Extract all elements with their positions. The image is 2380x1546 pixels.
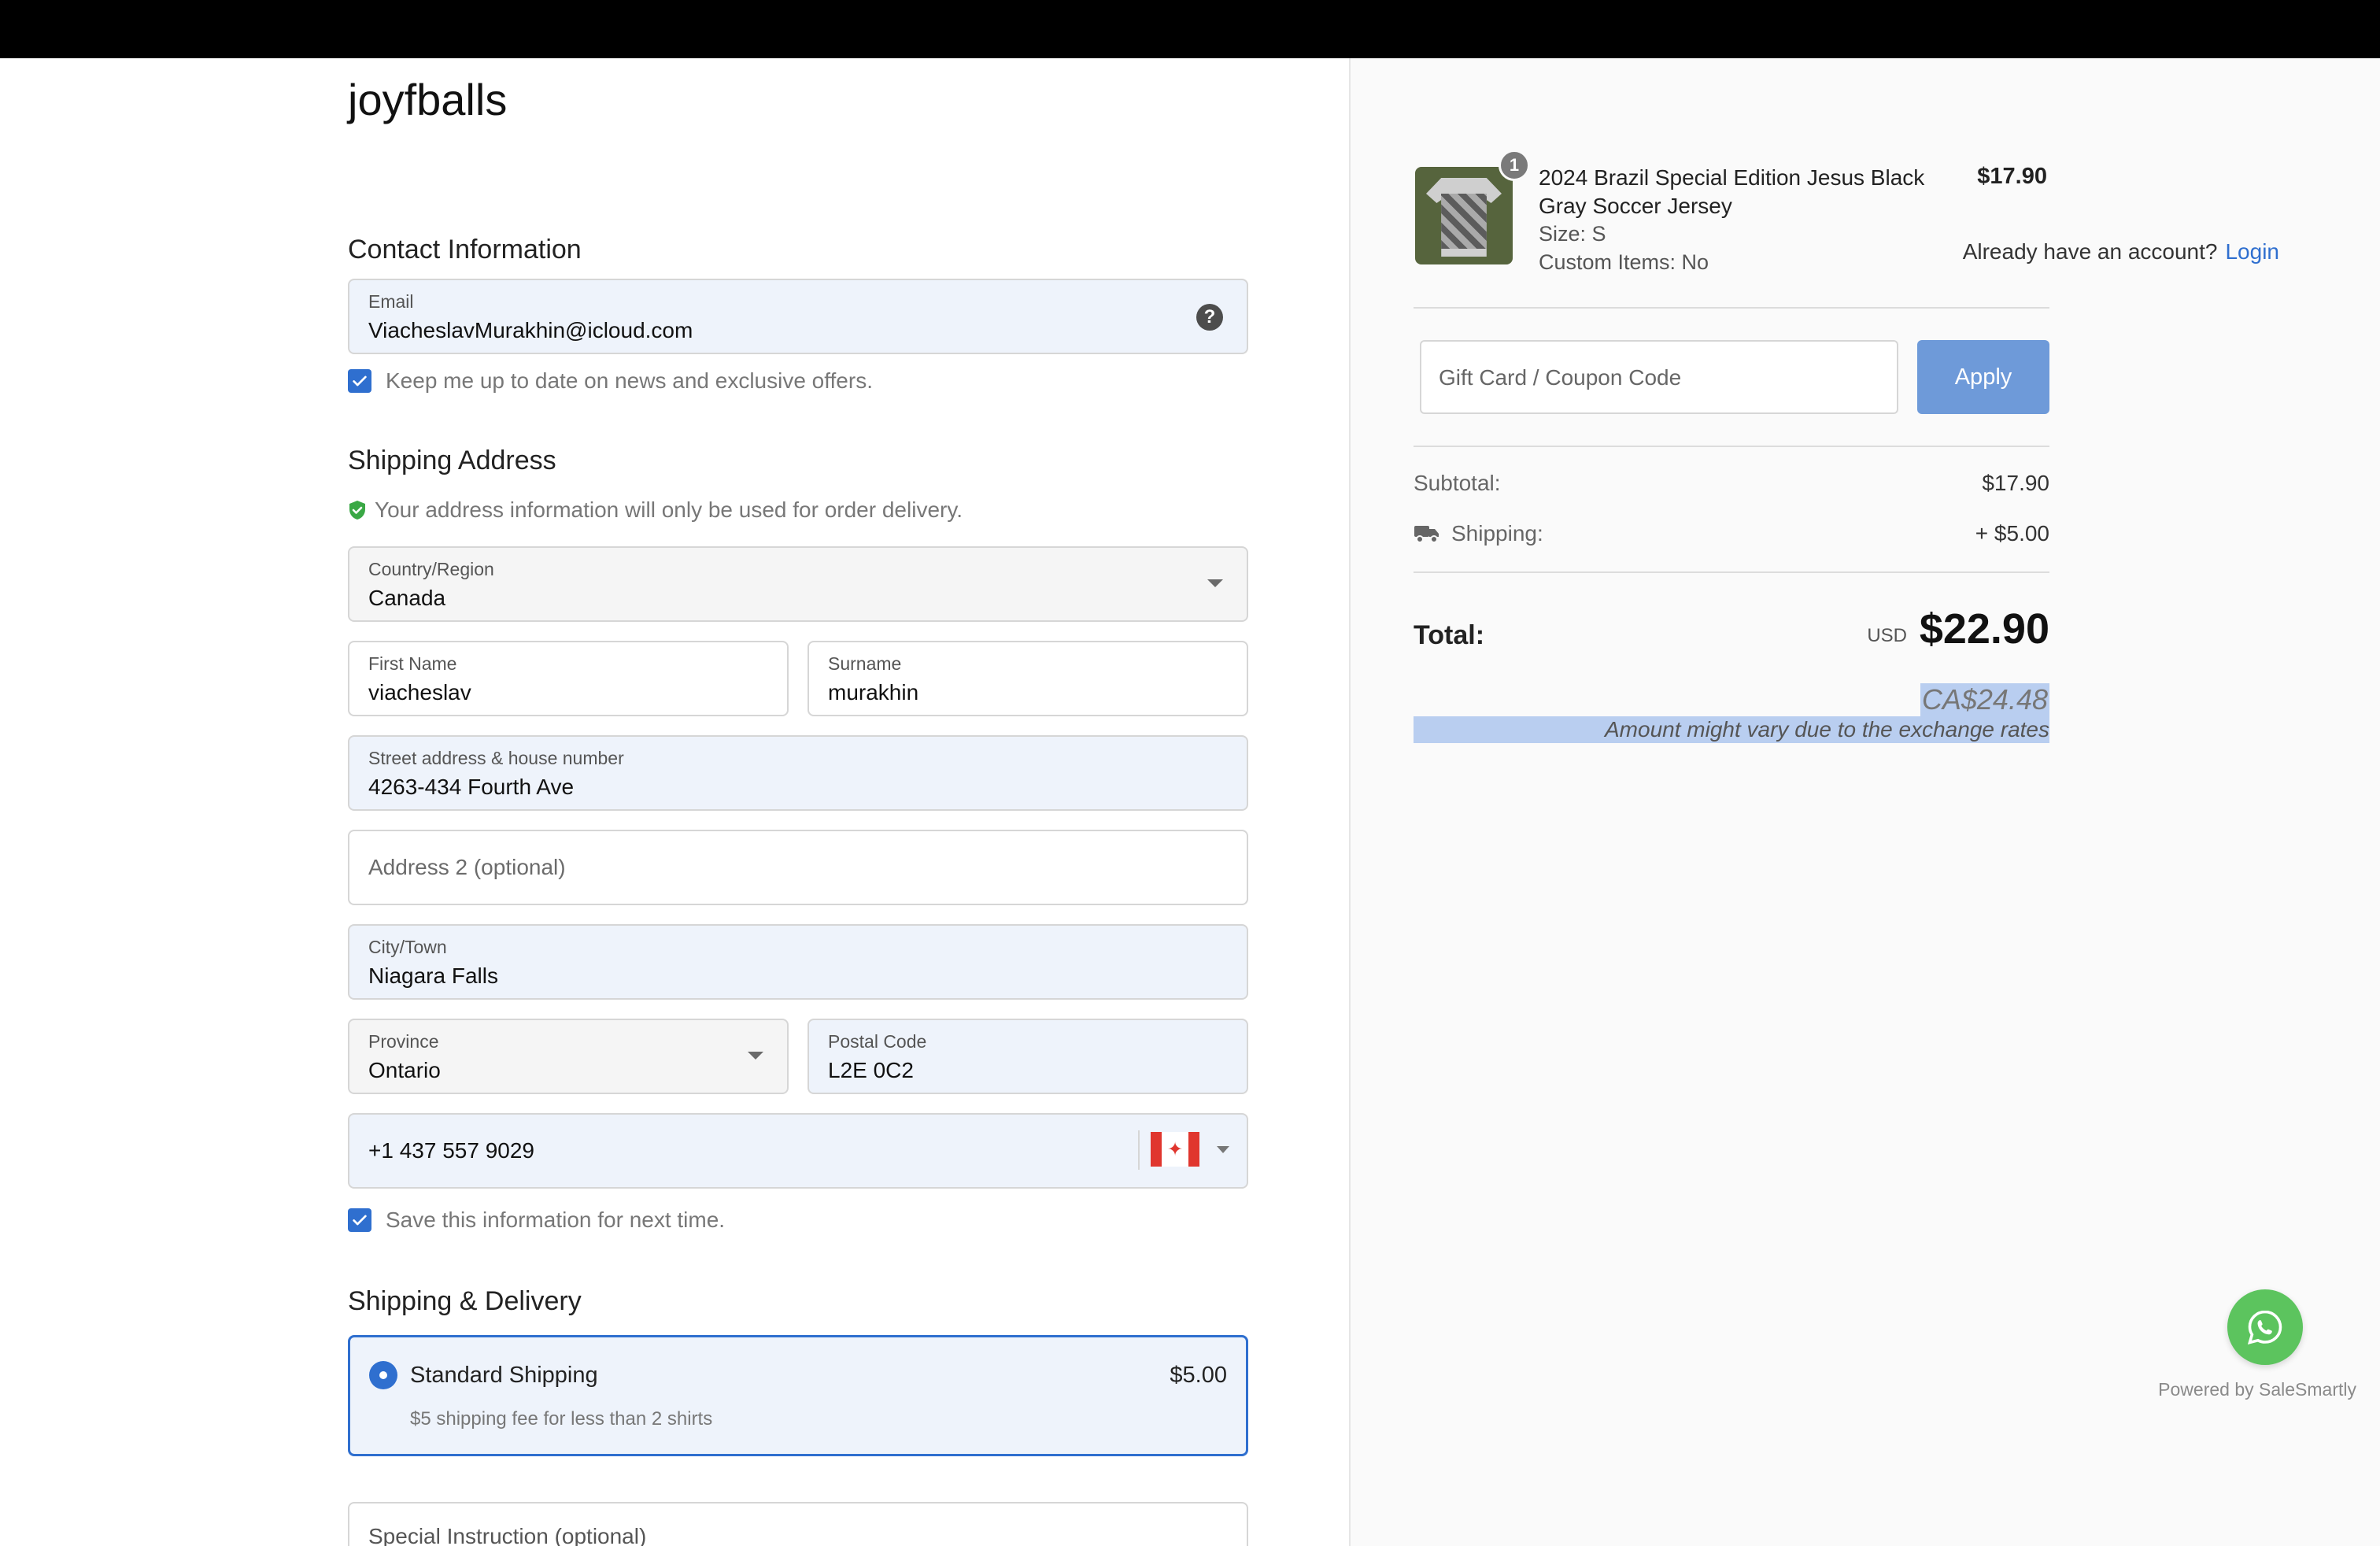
country-value: Canada xyxy=(368,586,446,610)
account-prompt-text: Already have an account? xyxy=(1962,239,2218,264)
total-amount: $22.90 xyxy=(1919,605,2049,653)
shipping-option-description: $5 shipping fee for less than 2 shirts xyxy=(410,1408,713,1429)
newsletter-label: Keep me up to date on news and exclusive… xyxy=(386,368,873,393)
phone-value[interactable]: +1 437 557 9029 xyxy=(368,1138,534,1163)
contact-section-title: Contact Information xyxy=(348,235,582,264)
email-value[interactable]: ViacheslavMurakhin@icloud.com xyxy=(368,318,693,343)
whatsapp-icon xyxy=(2247,1310,2282,1345)
help-icon[interactable]: ? xyxy=(1196,304,1223,331)
standard-shipping-option[interactable]: Standard Shipping $5.00 $5 shipping fee … xyxy=(348,1335,1248,1456)
top-bar xyxy=(0,0,2380,58)
province-select[interactable]: Province Ontario xyxy=(348,1019,789,1094)
shield-check-icon xyxy=(349,501,365,520)
product-price: $17.90 xyxy=(1977,164,2047,189)
powered-by-text[interactable]: Powered by SaleSmartly xyxy=(2158,1379,2356,1400)
divider xyxy=(1414,571,2049,573)
surname-label: Surname xyxy=(828,653,902,674)
save-info-checkbox-row[interactable]: Save this information for next time. xyxy=(348,1208,725,1233)
order-summary-panel xyxy=(1349,58,2380,1546)
special-instruction-placeholder: Special Instruction (optional) xyxy=(368,1524,647,1546)
checkbox-checked-icon[interactable] xyxy=(348,1208,371,1232)
product-size: Size: S xyxy=(1539,222,1606,246)
shipping-delivery-title: Shipping & Delivery xyxy=(348,1286,582,1316)
shipping-address-title: Shipping Address xyxy=(348,446,556,475)
email-field[interactable]: Email ViacheslavMurakhin@icloud.com ? xyxy=(348,279,1248,354)
quantity-badge: 1 xyxy=(1499,150,1530,181)
whatsapp-chat-button[interactable] xyxy=(2227,1289,2303,1365)
product-title: 2024 Brazil Special Edition Jesus Black … xyxy=(1539,165,1925,218)
province-value: Ontario xyxy=(368,1058,441,1082)
shipping-row: Shipping: + $5.00 xyxy=(1414,521,2049,546)
subtotal-row: Subtotal: $17.90 xyxy=(1414,471,2049,496)
canada-flag-icon[interactable]: ✦ xyxy=(1151,1132,1199,1167)
phone-field[interactable]: +1 437 557 9029 ✦ xyxy=(348,1113,1248,1189)
phone-country-divider xyxy=(1138,1130,1140,1170)
converted-amount: CA$24.48 xyxy=(1920,683,2049,716)
divider xyxy=(1414,446,2049,447)
city-field[interactable]: City/Town Niagara Falls xyxy=(348,924,1248,1000)
postal-label: Postal Code xyxy=(828,1031,927,1052)
subtotal-label: Subtotal: xyxy=(1414,471,1501,495)
shipping-option-name: Standard Shipping xyxy=(410,1363,598,1388)
shipping-value: + $5.00 xyxy=(1975,521,2049,546)
address2-field[interactable]: Address 2 (optional) xyxy=(348,830,1248,905)
total-label: Total: xyxy=(1414,620,1485,650)
surname-field[interactable]: Surname murakhin xyxy=(808,641,1248,716)
divider xyxy=(1414,307,2049,309)
coupon-placeholder: Gift Card / Coupon Code xyxy=(1439,365,1682,390)
coupon-input[interactable]: Gift Card / Coupon Code xyxy=(1420,340,1898,414)
special-instruction-field[interactable]: Special Instruction (optional) xyxy=(348,1502,1248,1546)
surname-value[interactable]: murakhin xyxy=(828,680,918,705)
checkbox-checked-icon[interactable] xyxy=(348,369,371,393)
city-value[interactable]: Niagara Falls xyxy=(368,963,498,989)
login-prompt: Already have an account? Login xyxy=(1963,239,2279,264)
exchange-rate-note: Amount might vary due to the exchange ra… xyxy=(1414,716,2049,743)
street-label: Street address & house number xyxy=(368,748,624,768)
postal-value[interactable]: L2E 0C2 xyxy=(828,1058,914,1083)
address2-placeholder: Address 2 (optional) xyxy=(368,855,566,879)
chevron-down-icon[interactable] xyxy=(1217,1146,1229,1153)
newsletter-checkbox-row[interactable]: Keep me up to date on news and exclusive… xyxy=(348,368,873,394)
street-value[interactable]: 4263-434 Fourth Ave xyxy=(368,775,574,800)
truck-icon xyxy=(1414,526,1439,543)
shipping-option-price: $5.00 xyxy=(1170,1363,1227,1388)
store-logo[interactable]: joyfballs xyxy=(348,74,507,125)
product-custom-items: Custom Items: No xyxy=(1539,250,1709,274)
first-name-value[interactable]: viacheslav xyxy=(368,680,471,705)
shipping-label: Shipping: xyxy=(1451,521,1543,546)
total-currency: USD xyxy=(1867,625,1907,646)
email-label: Email xyxy=(368,291,414,312)
product-thumbnail xyxy=(1415,167,1513,264)
apply-button[interactable]: Apply xyxy=(1917,340,2049,414)
chevron-down-icon[interactable] xyxy=(748,1052,763,1060)
postal-code-field[interactable]: Postal Code L2E 0C2 xyxy=(808,1019,1248,1094)
country-select[interactable]: Country/Region Canada xyxy=(348,546,1248,622)
privacy-note-text: Your address information will only be us… xyxy=(375,497,963,522)
country-label: Country/Region xyxy=(368,559,494,579)
province-label: Province xyxy=(368,1031,439,1052)
first-name-field[interactable]: First Name viacheslav xyxy=(348,641,789,716)
city-label: City/Town xyxy=(368,937,447,957)
subtotal-value: $17.90 xyxy=(1982,471,2049,495)
first-name-label: First Name xyxy=(368,653,457,674)
street-address-field[interactable]: Street address & house number 4263-434 F… xyxy=(348,735,1248,811)
save-info-label: Save this information for next time. xyxy=(386,1208,726,1232)
privacy-note: Your address information will only be us… xyxy=(348,497,963,523)
login-link[interactable]: Login xyxy=(2225,239,2279,264)
radio-selected-icon[interactable] xyxy=(369,1361,397,1389)
chevron-down-icon[interactable] xyxy=(1207,579,1223,587)
